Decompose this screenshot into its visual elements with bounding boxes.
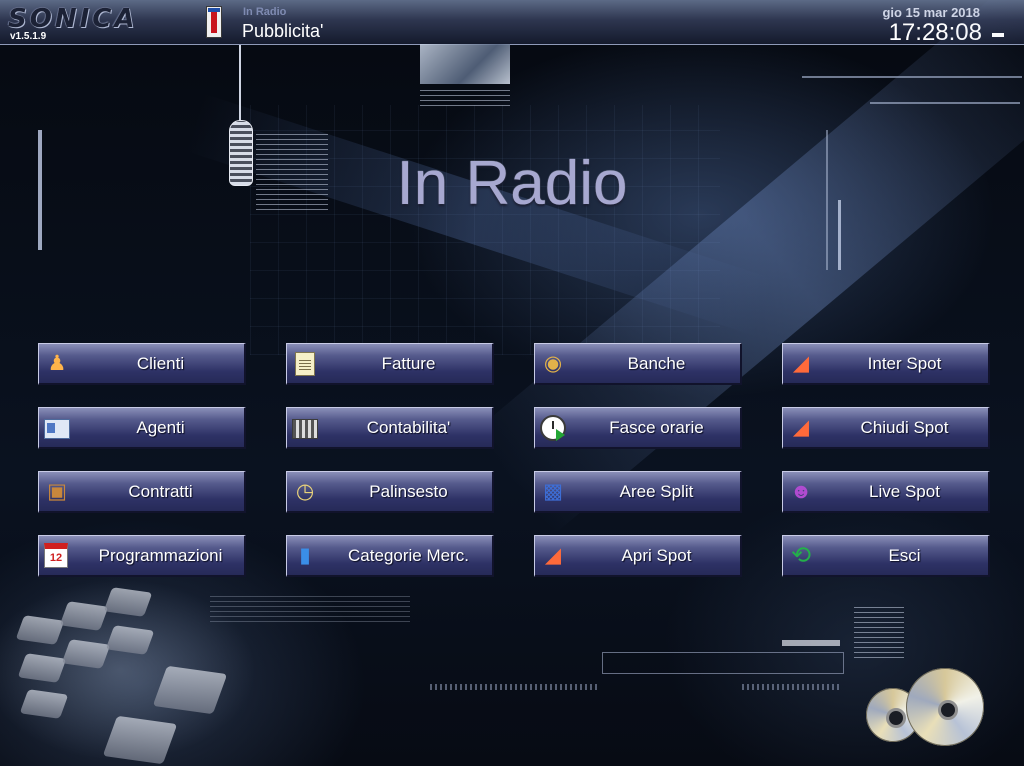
decor-dots	[430, 684, 600, 690]
hierarchy-icon: ▩	[543, 480, 563, 503]
app-logo: SONICA	[8, 4, 138, 34]
inter-spot-button[interactable]: ◢ Inter Spot	[782, 343, 990, 385]
cd-icon	[906, 668, 984, 746]
current-date: gio 15 mar 2018	[882, 5, 980, 20]
calculator-icon	[292, 419, 318, 439]
page-title: In Radio	[396, 149, 628, 218]
package-icon: ▣	[47, 480, 67, 503]
aree-split-button-label: Aree Split	[619, 482, 694, 501]
megaphone-icon: ◢	[792, 416, 810, 439]
decor-dots	[742, 684, 842, 690]
fatture-button-label: Fatture	[381, 354, 436, 373]
clienti-button[interactable]: ♟ Clienti	[38, 343, 246, 385]
decor-line	[802, 76, 1022, 78]
apri-spot-button[interactable]: ◢ Apri Spot	[534, 535, 742, 577]
users-icon: ♟	[47, 352, 67, 375]
esci-button-label: Esci	[888, 546, 921, 565]
schedule-icon: ◷	[295, 480, 315, 503]
id-card-icon	[44, 419, 70, 439]
background-thumbnail	[420, 44, 510, 84]
megaphone-icon: ◢	[544, 544, 562, 567]
banche-button[interactable]: ◉ Banche	[534, 343, 742, 385]
breadcrumb-section: In Radio	[243, 6, 287, 18]
fasce-orarie-button-label: Fasce orarie	[609, 418, 704, 437]
categorie-merc-button[interactable]: ▮ Categorie Merc.	[286, 535, 494, 577]
contabilita-button[interactable]: Contabilita'	[286, 407, 494, 449]
clock-icon	[540, 415, 566, 441]
agenti-button-label: Agenti	[136, 418, 185, 437]
decor-line	[782, 640, 840, 646]
mixer-keypad-artwork	[0, 560, 330, 766]
programmazioni-button[interactable]: 12 Programmazioni	[38, 535, 246, 577]
decor-frame	[602, 652, 844, 674]
breadcrumb-current: Pubblicita'	[242, 21, 324, 41]
calendar-icon: 12	[44, 543, 68, 568]
contabilita-button-label: Contabilita'	[366, 418, 451, 437]
money-bag-icon: ◉	[543, 352, 563, 375]
fatture-button[interactable]: Fatture	[286, 343, 494, 385]
app-version: v1.5.1.9	[10, 31, 47, 42]
live-spot-button[interactable]: ☻ Live Spot	[782, 471, 990, 513]
esci-button[interactable]: ⟲ Esci	[782, 535, 990, 577]
station-flag-icon	[206, 6, 222, 38]
exit-arrow-icon: ⟲	[790, 542, 812, 569]
aree-split-button[interactable]: ▩ Aree Split	[534, 471, 742, 513]
apri-spot-button-label: Apri Spot	[621, 546, 692, 565]
book-icon: ▮	[299, 544, 311, 567]
live-icon: ☻	[789, 480, 813, 503]
microphone-cable	[239, 45, 241, 121]
invoice-icon	[295, 352, 315, 376]
megaphone-icon: ◢	[792, 352, 810, 375]
chiudi-spot-button-label: Chiudi Spot	[860, 418, 949, 437]
agenti-button[interactable]: Agenti	[38, 407, 246, 449]
categorie-merc-button-label: Categorie Merc.	[348, 546, 469, 565]
contratti-button[interactable]: ▣ Contratti	[38, 471, 246, 513]
palinsesto-button-label: Palinsesto	[369, 482, 448, 501]
programmazioni-button-label: Programmazioni	[98, 546, 223, 565]
chiudi-spot-button[interactable]: ◢ Chiudi Spot	[782, 407, 990, 449]
inter-spot-button-label: Inter Spot	[867, 354, 942, 373]
title-bar: SONICA v1.5.1.9 In Radio Pubblicita' gio…	[0, 0, 1024, 46]
live-spot-button-label: Live Spot	[869, 482, 940, 501]
contratti-button-label: Contratti	[128, 482, 193, 501]
palinsesto-button[interactable]: ◷ Palinsesto	[286, 471, 494, 513]
fasce-orarie-button[interactable]: Fasce orarie	[534, 407, 742, 449]
clienti-button-label: Clienti	[136, 354, 185, 373]
decor-textblock	[420, 86, 510, 106]
decor-textblock	[854, 606, 904, 658]
banche-button-label: Banche	[627, 354, 686, 373]
decor-line	[870, 102, 1020, 104]
